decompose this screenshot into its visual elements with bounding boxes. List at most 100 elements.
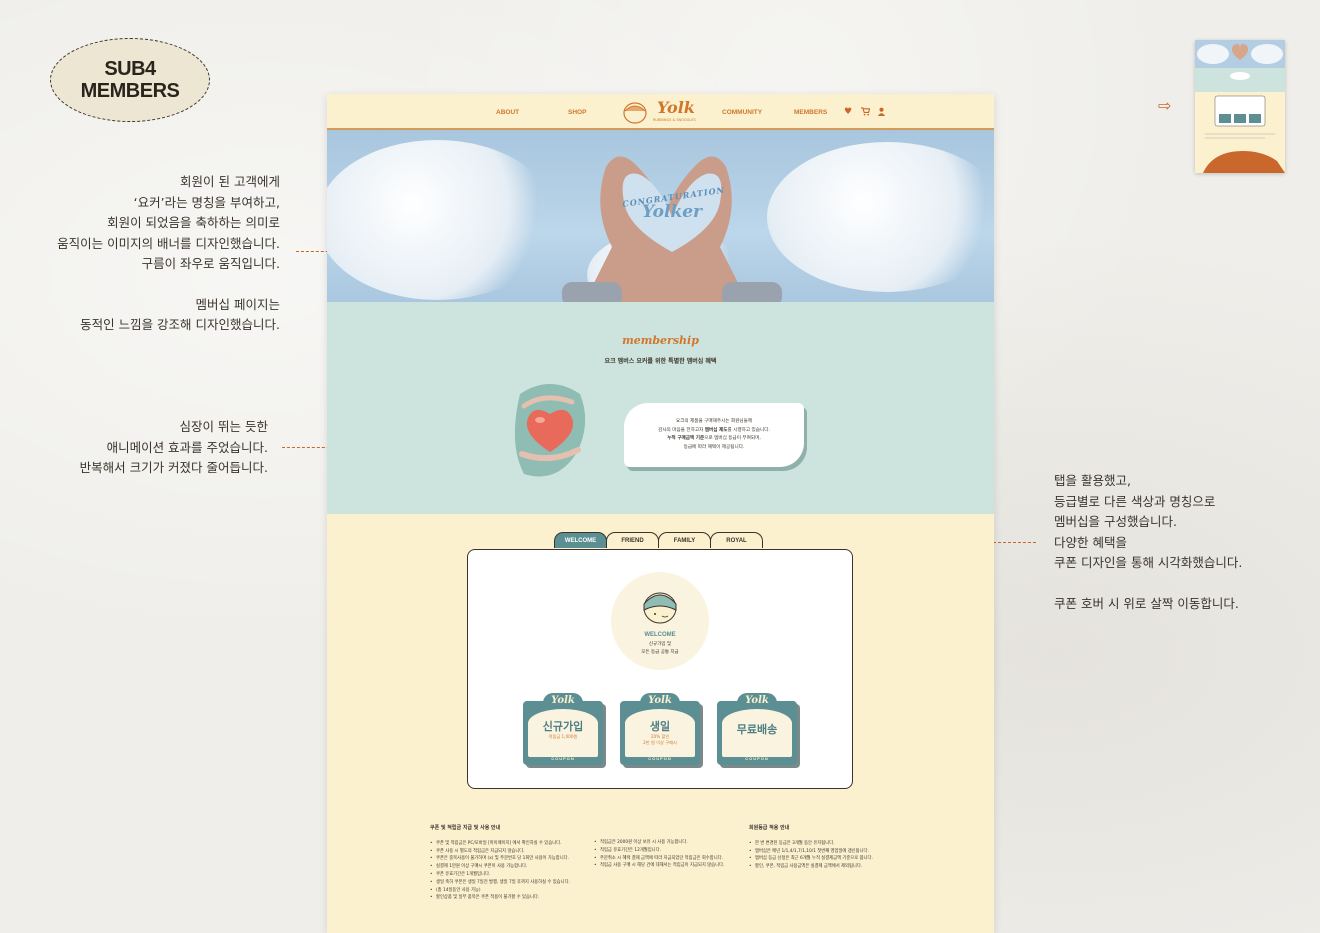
section-badge: SUB4 MEMBERS [50, 38, 210, 122]
coupon-stamp: COUPON [745, 756, 769, 761]
page-thumbnail [1195, 40, 1285, 173]
badge-line1: SUB4 [104, 58, 156, 80]
notice-item: 쿠폰 유효기간은 1개월입니다. [430, 871, 590, 879]
grade-description: 신규가입 및 모든 등급 공통 지급 [641, 641, 678, 657]
notice-item: 생일 축하 쿠폰은 생일 7일전 발행, 생일 7일 후까지 사용하실 수 있습… [430, 879, 590, 887]
notice-item: (총 14일동안 사용 가능) [430, 887, 590, 895]
annotation-heart: 심장이 뛰는 듯한 애니메이션 효과를 주었습니다. 반복해서 크기가 커졌다 … [28, 417, 268, 479]
annotation-line: 멤버십을 구성했습니다. [1054, 514, 1177, 529]
annotation-line: ‘요커’라는 명칭을 부여하고, [133, 194, 280, 210]
annotation-line: 회원이 된 고객에게 [180, 174, 280, 189]
tab-royal[interactable]: ROYAL [710, 532, 763, 548]
grade-tabs: WELCOME FRIEND FAMILY ROYAL [554, 532, 763, 548]
bubble-line1: 요크의 제품을 구매해주시는 회원님들께 [675, 419, 753, 424]
grade-badge: WELCOME 신규가입 및 모든 등급 공통 지급 [611, 572, 709, 670]
notice-item: 할인, 쿠폰, 적립금 사용금액은 실결제 금액에서 제외됩니다. [749, 863, 899, 871]
user-icon[interactable] [877, 107, 886, 119]
annotation-line: 구름이 좌우로 움직입니다. [141, 256, 280, 271]
membership-section: membership 요크 멤버스 요커를 위한 특별한 멤버십 혜택 요크의 … [327, 302, 994, 514]
annotation-line: 애니메이션 효과를 주었습니다. [106, 439, 268, 455]
coupon-stamp: COUPON [551, 756, 575, 761]
coupon-inner: 생일 20% 할인 2만 원 이상 구매시 [625, 709, 695, 757]
heart-hands-image [562, 156, 782, 302]
notice-item: 멤버십 등급 산정은 최근 6개월 누적 실결제금액 기준으로 봅니다. [749, 855, 899, 863]
notice-points-column: 적립금은 2000원 이상 보유 시 사용 가능합니다. 적립금 유효기간은 1… [594, 839, 744, 870]
annotation-line: 쿠폰 호버 시 위로 살짝 이동합니다. [1054, 595, 1239, 611]
annotation-line: 반복해서 크기가 커졌다 줄어듭니다. [79, 460, 268, 475]
nav-shop[interactable]: SHOP [568, 109, 586, 116]
annotation-line: 쿠폰 디자인을 통해 시각화했습니다. [1054, 555, 1243, 570]
annotation-line: 멤버십 페이지는 [195, 296, 280, 312]
notice-item: 할인상품 및 일부 품목은 쿠폰 적용이 불가할 수 있습니다. [430, 894, 590, 902]
hero-banner: CONGRATURATION Yolker [327, 130, 994, 302]
annotation-line: 탭을 활용했고, [1054, 473, 1131, 488]
coupon-stamp: COUPON [648, 756, 672, 761]
logo-text[interactable]: Yolk [657, 98, 695, 117]
notice-grade-column: 회원등급 적용 안내 한 번 변경된 등급은 3개월 동안 유지됩니다. 멤버십… [749, 825, 899, 871]
annotation-line: 등급별로 다른 색상과 명칭으로 [1054, 493, 1216, 509]
coupon-card[interactable]: Yolk 신규가입 적립금 1,000원 COUPON [523, 693, 603, 765]
coupon-line1: 적립금 1,000원 [548, 734, 578, 739]
grade-desc-line2: 모든 등급 공통 지급 [641, 650, 679, 655]
coupon-card[interactable]: Yolk 생일 20% 할인 2만 원 이상 구매시 COUPON [620, 693, 700, 765]
annotation-line: 다양한 혜택을 [1054, 534, 1127, 550]
notice-item: 적립금 유효기간은 12개월입니다. [594, 847, 744, 855]
egg-mascot-icon [643, 592, 677, 624]
bubble-line2: 감사의 마음을 전하고자 멤버십 제도를 시행하고 있습니다. [658, 427, 770, 433]
tab-welcome[interactable]: WELCOME [554, 532, 607, 548]
nav-members[interactable]: MEMBERS [794, 109, 827, 116]
grade-desc-line1: 신규가입 및 [648, 642, 672, 647]
notice-item: 적립금 사용 구매 시 해당 건에 대해서는 적립금이 지급되지 않습니다. [594, 862, 744, 870]
badge-line2: MEMBERS [80, 80, 180, 102]
notice-item: 멤버십은 매년 1/1,4/1,7/1,10/1 첫번째 영업일에 갱신됩니다. [749, 848, 899, 856]
annotation-line: 동적인 느낌을 강조해 디자인했습니다. [80, 317, 280, 332]
notice-item: 실결제 1만원 이상 구매시 쿠폰이 사용 가능합니다. [430, 863, 590, 871]
coupon-line2: 2만 원 이상 구매시 [643, 740, 677, 745]
coupon-brand: Yolk [640, 693, 680, 709]
bubble-line3: 누적 구매금액 기준으로 멤버십 등급이 부여되며, [667, 436, 761, 441]
mockup-page: ABOUT SHOP Yolk RUBBINGS & SNOGGLES COMM… [327, 94, 994, 933]
hero-headline: CONGRATURATION Yolker [622, 185, 726, 222]
heart-3d-image [514, 384, 586, 477]
notice-item: 한 번 변경된 등급은 3개월 동안 유지됩니다. [749, 840, 899, 848]
bubble-line4: 등급에 따라 혜택이 제공됩니다. [683, 444, 745, 450]
notice-item: 쿠폰 사용 시 별도의 적립금은 지급되지 않습니다. [430, 848, 590, 856]
nav-about[interactable]: ABOUT [496, 109, 519, 116]
annotation-tabs: 탭을 활용했고, 등급별로 다른 색상과 명칭으로 멤버십을 구성했습니다. 다… [1054, 471, 1314, 614]
membership-subtitle: 요크 멤버스 요커를 위한 특별한 멤버십 혜택 [604, 358, 717, 365]
grade-name: WELCOME [644, 632, 676, 638]
notice-title: 쿠폰 및 적립금 지급 및 사용 안내 [430, 825, 501, 831]
coupon-card[interactable]: Yolk 무료배송 COUPON [717, 693, 797, 765]
notice-item: 쿠폰 및 적립금은 PC/모바일 [마이페이지] 에서 확인하실 수 있습니다. [430, 840, 590, 848]
heart-icon[interactable]: ♥ [844, 107, 852, 117]
arrow-right-icon: ⇨ [1158, 96, 1172, 115]
membership-title: membership [622, 334, 699, 347]
tab-family[interactable]: FAMILY [658, 532, 711, 548]
grade-tabs-section: WELCOME FRIEND FAMILY ROYAL WELCOME 신규가입… [327, 514, 994, 814]
coupon-inner: 무료배송 [722, 709, 792, 757]
coupon-brand: Yolk [543, 693, 583, 709]
annotation-line: 회원이 되었음을 축하하는 의미로 [107, 215, 280, 230]
thumbnail-graphic [1195, 40, 1285, 173]
navbar: ABOUT SHOP Yolk RUBBINGS & SNOGGLES COMM… [327, 94, 994, 130]
nav-community[interactable]: COMMUNITY [722, 109, 762, 116]
tab-panel: WELCOME 신규가입 및 모든 등급 공통 지급 Yolk 신규가입 적립금… [467, 549, 853, 789]
notice-item: 적립금은 2000원 이상 보유 시 사용 가능합니다. [594, 839, 744, 847]
cloud-left [327, 140, 557, 300]
cart-icon[interactable] [861, 107, 871, 119]
notice-item: 주문취소 시 혜택 결제 금액에 따라 지급되었던 적립금은 회수합니다. [594, 855, 744, 863]
annotation-line: 심장이 뛰는 듯한 [179, 419, 268, 434]
notice-coupon-column: 쿠폰 및 적립금 지급 및 사용 안내 쿠폰 및 적립금은 PC/모바일 [마이… [430, 825, 590, 902]
notice-section: 쿠폰 및 적립금 지급 및 사용 안내 쿠폰 및 적립금은 PC/모바일 [마이… [327, 822, 994, 933]
tab-friend[interactable]: FRIEND [606, 532, 659, 548]
membership-info-bubble: 요크의 제품을 구매해주시는 회원님들께 감사의 마음을 전하고자 멤버십 제도… [624, 403, 804, 467]
notice-item: 쿠폰은 중복사용이 불가하며 (x) 및 주문번호 당 1회만 사용이 가능합니… [430, 855, 590, 863]
coupon-inner: 신규가입 적립금 1,000원 [528, 709, 598, 757]
coupon-brand: Yolk [737, 693, 777, 709]
annotation-banner: 회원이 된 고객에게 ‘요커’라는 명칭을 부여하고, 회원이 되었음을 축하하… [28, 172, 280, 336]
coupon-title: 신규가입 [542, 720, 584, 733]
coupon-title: 생일 [649, 720, 671, 733]
coupon-title: 무료배송 [736, 723, 778, 736]
annotation-line: 움직이는 이미지의 배너를 디자인했습니다. [57, 235, 280, 251]
logo-subtitle: RUBBINGS & SNOGGLES [653, 118, 696, 122]
